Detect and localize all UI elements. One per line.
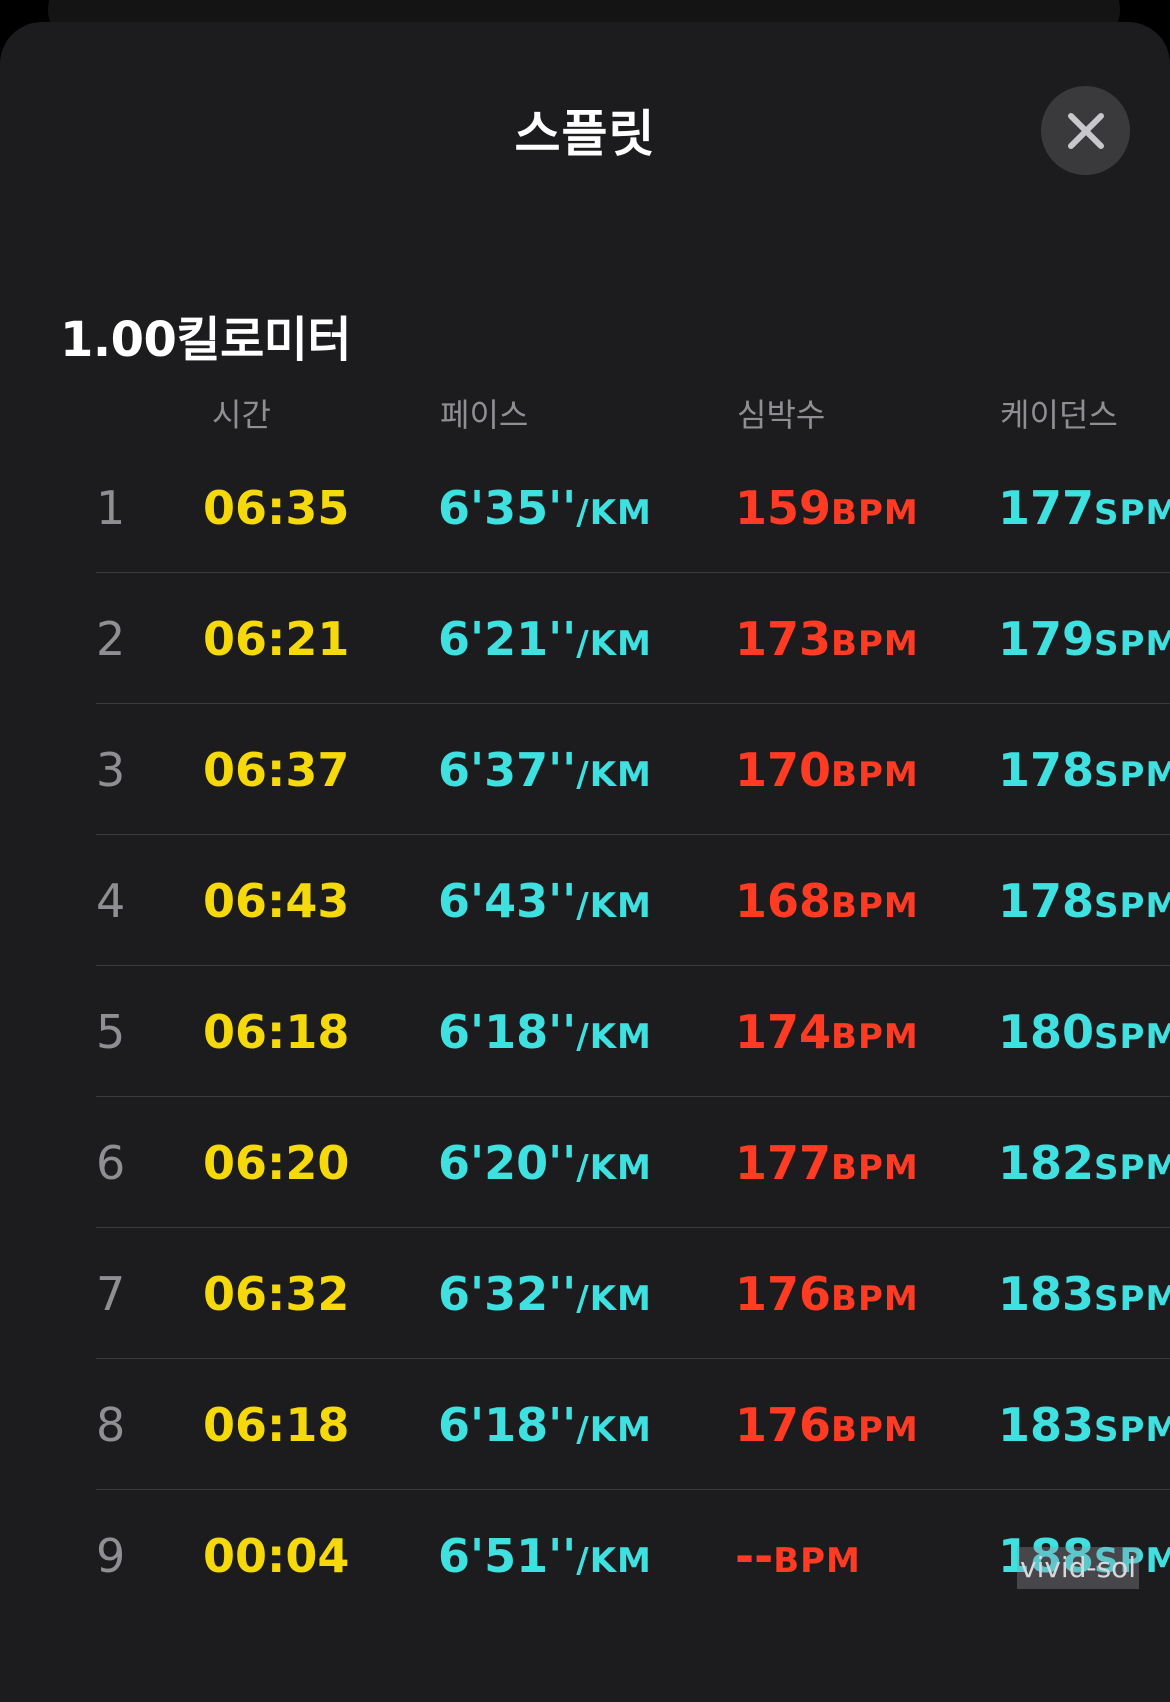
- split-heart-rate: 176BPM: [735, 1398, 919, 1452]
- split-heart-rate: --BPM: [735, 1529, 861, 1583]
- split-pace: 6'18''/KM: [438, 1398, 652, 1452]
- table-row: 6 06:20 6'20''/KM 177BPM 182SPM: [0, 1097, 1170, 1228]
- split-time: 06:21: [203, 612, 350, 666]
- split-index: 5: [96, 1005, 126, 1059]
- split-index: 1: [96, 481, 126, 535]
- split-index: 9: [96, 1529, 126, 1583]
- watermark: vivid-sol: [1017, 1547, 1140, 1589]
- split-index: 3: [96, 743, 126, 797]
- split-cadence: 182SPM: [998, 1136, 1170, 1190]
- split-index: 8: [96, 1398, 126, 1452]
- close-icon: [1067, 112, 1104, 149]
- table-row: 1 06:35 6'35''/KM 159BPM 177SPM: [0, 442, 1170, 573]
- split-pace: 6'43''/KM: [438, 874, 652, 928]
- table-row: 8 06:18 6'18''/KM 176BPM 183SPM: [0, 1359, 1170, 1490]
- table-row: 5 06:18 6'18''/KM 174BPM 180SPM: [0, 966, 1170, 1097]
- split-time: 06:37: [203, 743, 350, 797]
- splits-sheet: 스플릿 1.00킬로미터 시간 페이스 심박수 케이던스 1 06:35 6'3…: [0, 22, 1170, 1702]
- split-pace: 6'18''/KM: [438, 1005, 652, 1059]
- split-time: 06:35: [203, 481, 350, 535]
- split-cadence: 177SPM: [998, 481, 1170, 535]
- split-pace: 6'51''/KM: [438, 1529, 652, 1583]
- close-button[interactable]: [1041, 86, 1130, 175]
- split-time: 06:32: [203, 1267, 350, 1321]
- table-row: 7 06:32 6'32''/KM 176BPM 183SPM: [0, 1228, 1170, 1359]
- split-heart-rate: 176BPM: [735, 1267, 919, 1321]
- split-cadence: 178SPM: [998, 874, 1170, 928]
- table-row: 9 00:04 6'51''/KM --BPM 188SPM: [0, 1490, 1170, 1621]
- split-index: 6: [96, 1136, 126, 1190]
- split-cadence: 179SPM: [998, 612, 1170, 666]
- split-time: 06:20: [203, 1136, 350, 1190]
- split-index: 2: [96, 612, 126, 666]
- split-pace: 6'35''/KM: [438, 481, 652, 535]
- split-cadence: 180SPM: [998, 1005, 1170, 1059]
- split-pace: 6'21''/KM: [438, 612, 652, 666]
- split-heart-rate: 168BPM: [735, 874, 919, 928]
- split-cadence: 183SPM: [998, 1267, 1170, 1321]
- sheet-title: 스플릿: [514, 105, 656, 163]
- split-pace: 6'32''/KM: [438, 1267, 652, 1321]
- split-heart-rate: 159BPM: [735, 481, 919, 535]
- split-index: 4: [96, 874, 126, 928]
- table-row: 2 06:21 6'21''/KM 173BPM 179SPM: [0, 573, 1170, 704]
- column-header-heart-rate: 심박수: [737, 396, 826, 434]
- split-index: 7: [96, 1267, 126, 1321]
- section-title: 1.00킬로미터: [60, 312, 352, 368]
- table-row: 3 06:37 6'37''/KM 170BPM 178SPM: [0, 704, 1170, 835]
- split-heart-rate: 170BPM: [735, 743, 919, 797]
- split-pace: 6'20''/KM: [438, 1136, 652, 1190]
- split-time: 00:04: [203, 1529, 350, 1583]
- split-heart-rate: 174BPM: [735, 1005, 919, 1059]
- split-cadence: 183SPM: [998, 1398, 1170, 1452]
- split-time: 06:18: [203, 1398, 350, 1452]
- split-cadence: 178SPM: [998, 743, 1170, 797]
- split-heart-rate: 173BPM: [735, 612, 919, 666]
- splits-table: 1 06:35 6'35''/KM 159BPM 177SPM 2 06:21 …: [0, 442, 1170, 1621]
- column-header-cadence: 케이던스: [1000, 396, 1118, 434]
- split-heart-rate: 177BPM: [735, 1136, 919, 1190]
- column-header-time: 시간: [212, 396, 271, 434]
- table-row: 4 06:43 6'43''/KM 168BPM 178SPM: [0, 835, 1170, 966]
- split-pace: 6'37''/KM: [438, 743, 652, 797]
- column-header-pace: 페이스: [440, 396, 529, 434]
- split-time: 06:18: [203, 1005, 350, 1059]
- split-time: 06:43: [203, 874, 350, 928]
